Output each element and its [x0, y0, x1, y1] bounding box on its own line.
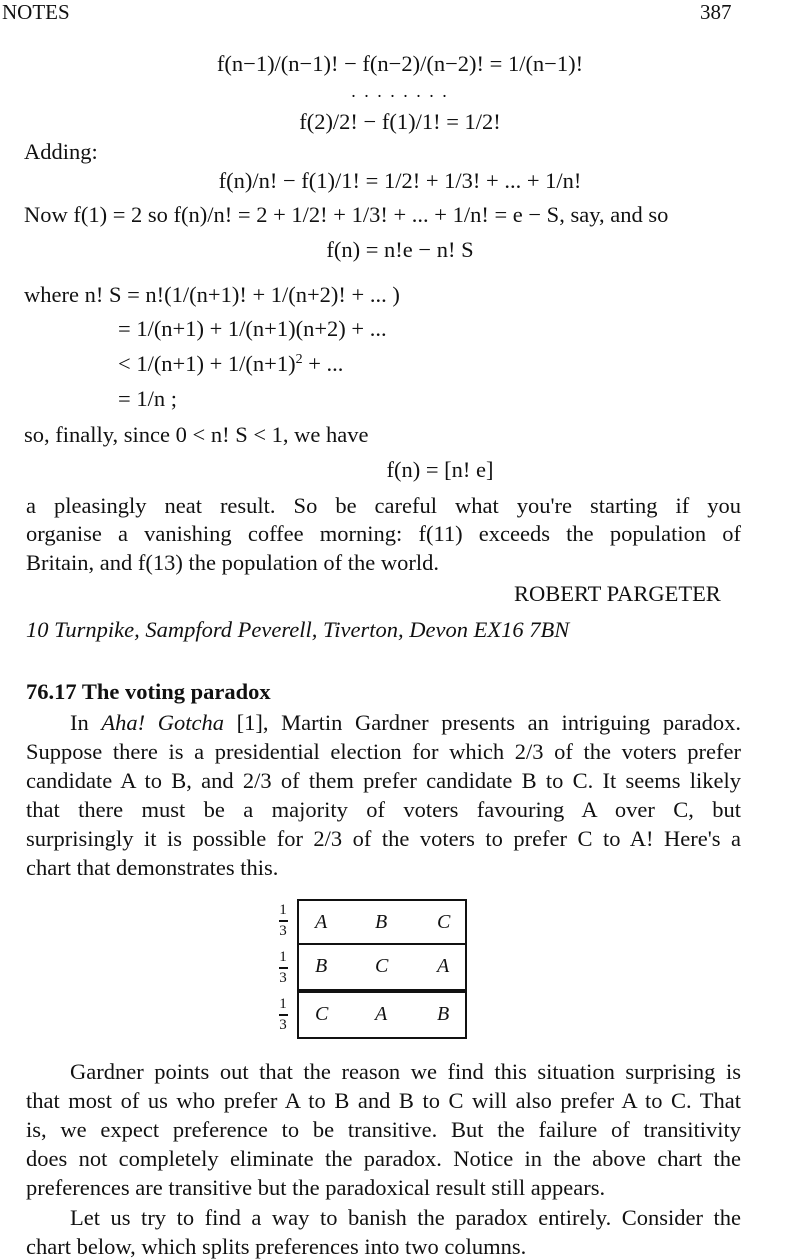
where-line-3: < 1/(n+1) + 1/(n+1)2 + ... [118, 351, 344, 376]
where-line-3-tail: + ... [302, 351, 344, 376]
para2-line-5: preferences are transitive but the parad… [26, 1175, 606, 1200]
book-title: Aha! Gotcha [101, 710, 224, 735]
table-cell: C [315, 1003, 329, 1025]
fraction-denominator: 3 [279, 1016, 287, 1033]
equation-fn: f(n) = n!e − n! S [326, 237, 474, 262]
table-row: C A B [297, 991, 467, 1039]
fraction-denominator: 3 [279, 969, 287, 986]
finally-line: so, finally, since 0 < n! S < 1, we have [24, 422, 369, 447]
page-number: 387 [700, 0, 732, 24]
equation-recurrence: f(n−1)/(n−1)! − f(n−2)/(n−2)! = 1/(n−1)! [216, 51, 584, 76]
table-cell: C [437, 911, 451, 933]
closing-line-2: organise a vanishing coffee morning: f(1… [26, 521, 741, 546]
table-cell: B [437, 1003, 450, 1025]
equation-ellipsis: . . . . . . . . [351, 81, 449, 101]
para1-line-2: Suppose there is a presidential election… [26, 739, 741, 764]
where-line-4: = 1/n ; [118, 386, 177, 411]
table-cell: A [315, 911, 328, 933]
table-cell: A [375, 1003, 388, 1025]
para1-line-3: candidate A to B, and 2/3 of them prefer… [26, 768, 741, 793]
para2-line-3: is, we expect preference to be transitiv… [26, 1117, 741, 1142]
table-cell: B [375, 911, 388, 933]
para1-line-6: chart that demonstrates this. [26, 855, 279, 880]
section-title: 76.17 The voting paradox [26, 679, 271, 704]
closing-line-1: a pleasingly neat result. So be careful … [26, 493, 741, 518]
equation-base: f(2)/2! − f(1)/1! = 1/2! [299, 109, 501, 134]
fraction-numerator: 1 [279, 902, 287, 918]
equation-final: f(n) = [n! e] [386, 457, 494, 482]
running-header-section: NOTES [2, 0, 70, 24]
para2-line-2: that most of us who prefer A to B and B … [26, 1088, 741, 1113]
preference-table: A B C B C A C A B [297, 899, 467, 1039]
closing-line-3: Britain, and f(13) the population of the… [26, 550, 440, 575]
para1-line-1-rest: [1], Martin Gardner presents an intrigui… [223, 710, 741, 735]
fraction-bar [278, 1014, 288, 1016]
exponent: 2 [295, 352, 303, 367]
fraction-numerator: 1 [279, 996, 287, 1012]
adding-label: Adding: [24, 139, 98, 164]
para1-line-1: In Aha! Gotcha [1], Martin Gardner prese… [26, 710, 741, 735]
now-line: Now f(1) = 2 so f(n)/n! = 2 + 1/2! + 1/3… [24, 202, 669, 227]
table-cell: A [437, 955, 450, 977]
fraction-denominator: 3 [279, 922, 287, 939]
table-cell: B [315, 955, 328, 977]
row-weight-2: 13 [274, 950, 292, 986]
table-row: B C A [297, 945, 467, 991]
fraction-numerator: 1 [279, 949, 287, 965]
para1-line-4: that there must be a majority of voters … [26, 797, 741, 822]
author-name: ROBERT PARGETER [514, 581, 721, 606]
equation-sum: f(n)/n! − f(1)/1! = 1/2! + 1/3! + ... + … [218, 168, 582, 193]
row-weight-3: 13 [274, 997, 292, 1033]
where-line-3-text: < 1/(n+1) + 1/(n+1) [118, 351, 296, 376]
fraction-bar [278, 920, 288, 922]
table-row: A B C [297, 899, 467, 945]
para1-line-5: surprisingly it is possible for 2/3 of t… [26, 826, 741, 851]
row-weight-1: 13 [274, 903, 292, 939]
para2-line-4: does not completely eliminate the parado… [26, 1146, 741, 1171]
where-line-1: where n! S = n!(1/(n+1)! + 1/(n+2)! + ..… [24, 282, 400, 307]
para1-intro: In [70, 710, 102, 735]
para2-line-1: Gardner points out that the reason we fi… [70, 1059, 741, 1084]
where-line-2: = 1/(n+1) + 1/(n+1)(n+2) + ... [118, 316, 387, 341]
para3-line-2: chart below, which splits preferences in… [26, 1234, 527, 1259]
table-cell: C [375, 955, 389, 977]
para3-line-1: Let us try to find a way to banish the p… [70, 1205, 741, 1230]
author-address: 10 Turnpike, Sampford Peverell, Tiverton… [26, 617, 570, 642]
fraction-bar [278, 967, 288, 969]
